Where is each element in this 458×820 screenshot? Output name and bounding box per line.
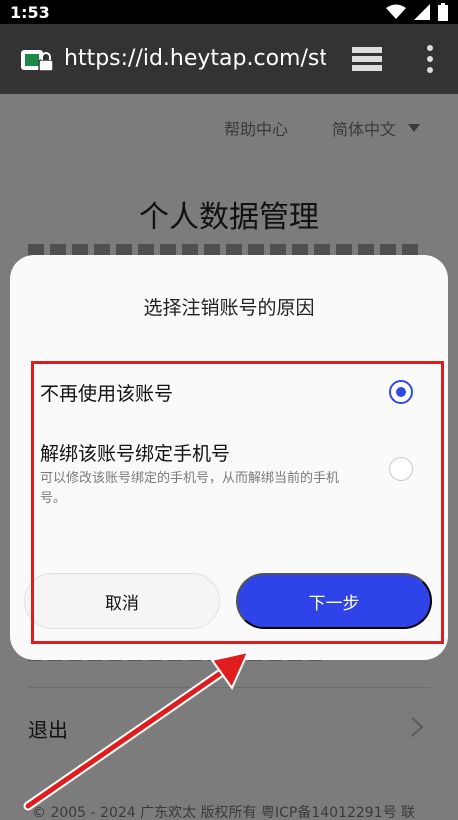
caret-down-icon bbox=[408, 124, 421, 132]
status-bar: 1:53 bbox=[0, 0, 458, 24]
logout-row[interactable]: 退出 bbox=[0, 694, 458, 758]
browser-toolbar: https://id.heytap.com/sta bbox=[0, 24, 458, 94]
divider bbox=[28, 687, 430, 688]
radio-unselected[interactable] bbox=[389, 457, 413, 481]
cancel-account-dialog: 选择注销账号的原因 不再使用该账号 解绑该账号绑定手机号 可以修改该账号绑定的手… bbox=[10, 255, 448, 660]
more-menu-icon[interactable] bbox=[424, 44, 436, 74]
signal-icon bbox=[414, 4, 430, 20]
reason-option-no-longer-use[interactable]: 不再使用该账号 bbox=[40, 373, 420, 413]
cancel-button[interactable]: 取消 bbox=[24, 573, 220, 629]
url-bar[interactable]: https://id.heytap.com/sta bbox=[64, 46, 326, 71]
dialog-title: 选择注销账号的原因 bbox=[143, 297, 315, 319]
battery-icon bbox=[438, 3, 448, 21]
status-icons bbox=[386, 3, 448, 21]
secure-lock-icon[interactable] bbox=[20, 48, 54, 72]
wifi-icon bbox=[386, 4, 406, 19]
reason-option-unbind-phone[interactable]: 解绑该账号绑定手机号 可以修改该账号绑定的手机号，从而解绑当前的手机号。 bbox=[40, 433, 420, 513]
language-select[interactable]: 简体中文 bbox=[332, 116, 421, 140]
option-description: 可以修改该账号绑定的手机号，从而解绑当前的手机号。 bbox=[40, 471, 340, 506]
option-label: 不再使用该账号 bbox=[40, 383, 174, 405]
status-time: 1:53 bbox=[10, 2, 50, 22]
tabs-icon[interactable] bbox=[350, 45, 384, 73]
page-title: 个人数据管理 bbox=[139, 200, 319, 235]
radio-selected[interactable] bbox=[389, 380, 413, 404]
help-center-link[interactable]: 帮助中心 bbox=[224, 116, 288, 140]
chevron-right-icon bbox=[411, 717, 424, 737]
next-step-button[interactable]: 下一步 bbox=[236, 573, 432, 629]
language-label: 简体中文 bbox=[332, 120, 397, 139]
option-label: 解绑该账号绑定手机号 bbox=[40, 443, 231, 465]
logout-label: 退出 bbox=[28, 718, 68, 742]
footer-copyright: © 2005 - 2024 广东欢太 版权所有 粤ICP备14012291号 联 bbox=[32, 805, 416, 820]
